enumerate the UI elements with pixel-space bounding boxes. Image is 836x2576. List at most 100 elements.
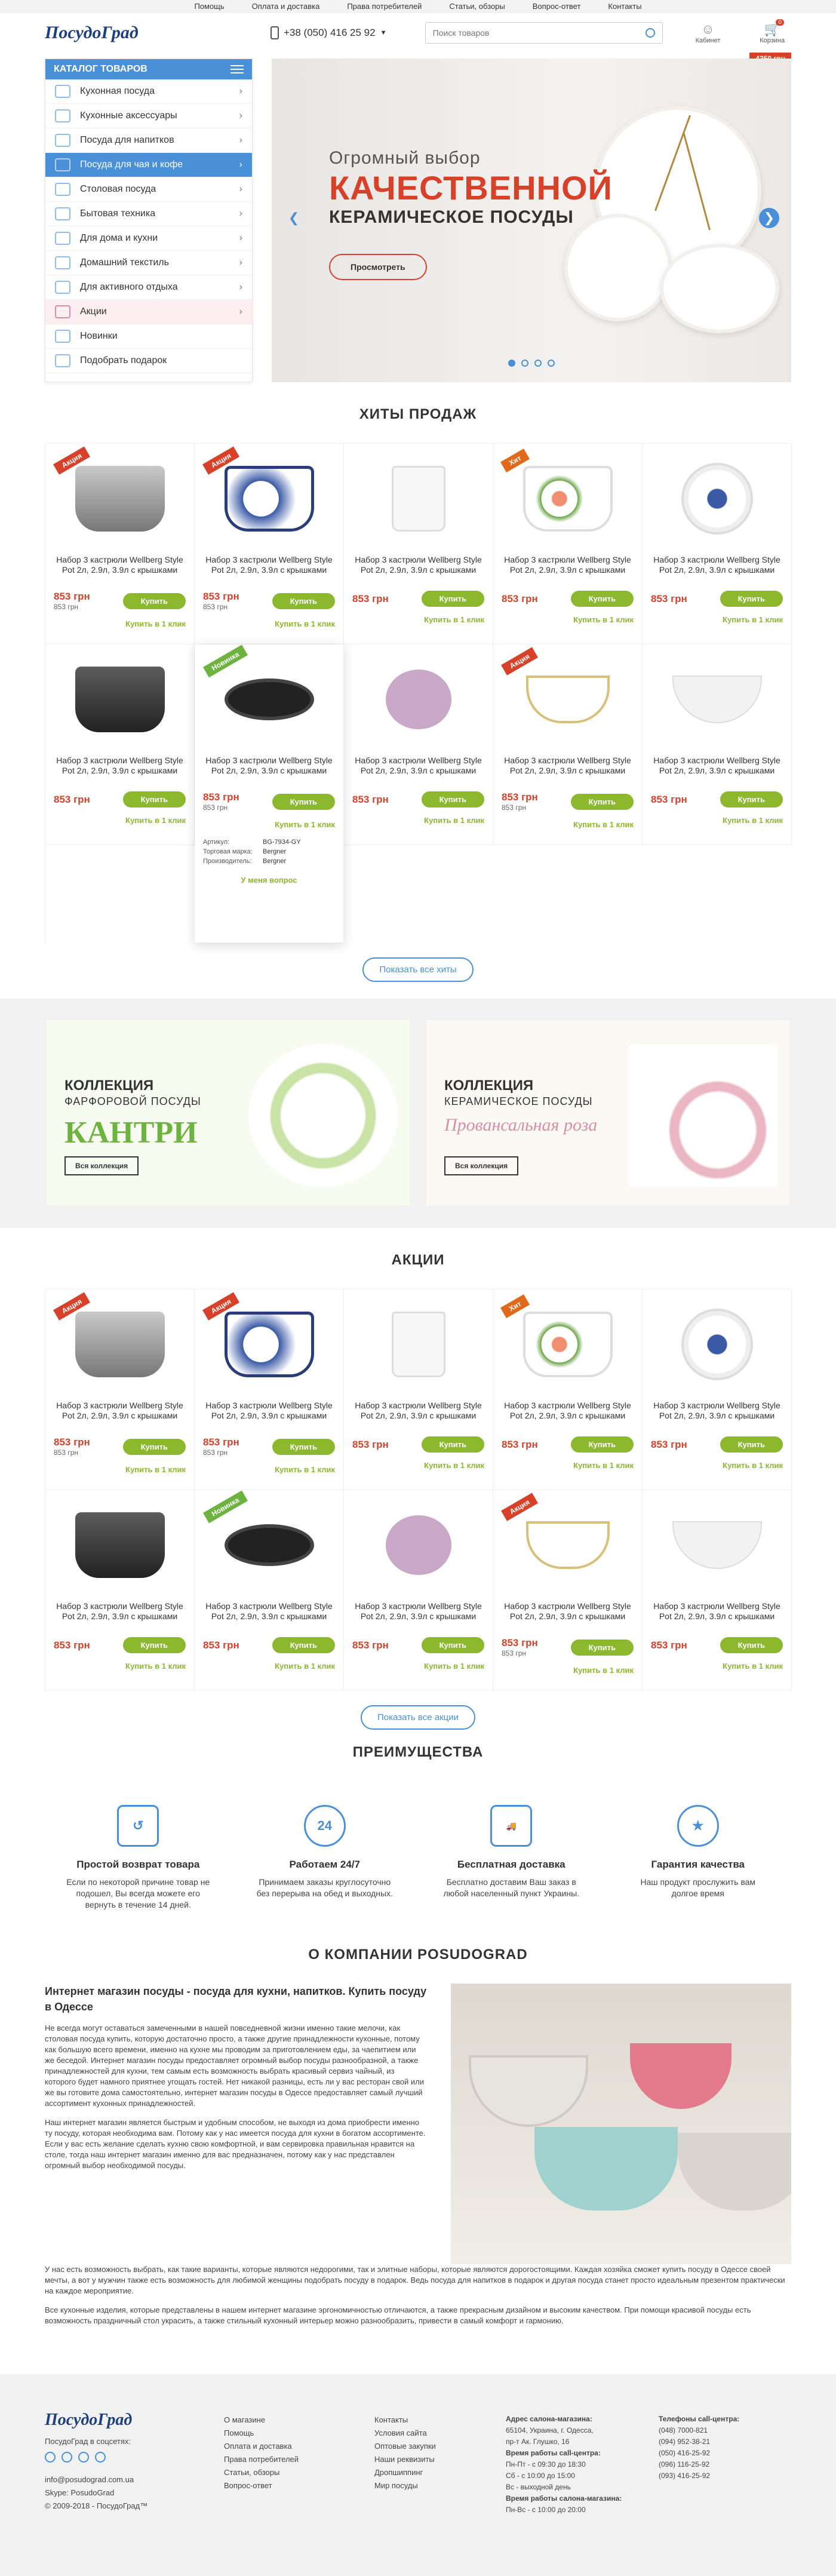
catalog-item[interactable]: Кухонная посуда › [45,79,252,104]
footer-phone[interactable]: (096) 116-25-92 [659,2459,791,2470]
phone-block[interactable]: +38 (050) 416 25 92 ▼ [270,26,419,39]
buy-button[interactable]: Купить [421,591,484,607]
one-click-buy-link[interactable]: Купить в 1 клик [502,1461,634,1470]
product-name[interactable]: Набор 3 кастрюли Wellberg Style Pot 2л, … [54,756,186,787]
product-image[interactable] [352,652,484,747]
buy-button[interactable]: Купить [272,1637,335,1653]
buy-button[interactable]: Купить [570,591,634,607]
slider-dot[interactable] [534,360,542,367]
one-click-buy-link[interactable]: Купить в 1 клик [651,1662,783,1671]
instagram-icon[interactable] [78,2452,89,2463]
product-name[interactable]: Набор 3 кастрюли Wellberg Style Pot 2л, … [651,1401,783,1432]
footer-link[interactable]: Вопрос-ответ [224,2479,374,2492]
product-image[interactable]: Хит [500,1294,634,1392]
topnav-articles[interactable]: Статьи, обзоры [449,0,505,13]
footer-link[interactable]: Дропшиппинг [374,2466,506,2479]
product-image[interactable]: Акция [53,1292,186,1392]
footer-link[interactable]: О магазине [224,2414,374,2427]
product-card[interactable]: Набор 3 кастрюли Wellberg Style Pot 2л, … [45,644,195,845]
product-name[interactable]: Набор 3 кастрюли Wellberg Style Pot 2л, … [352,756,484,787]
buy-button[interactable]: Купить [122,791,186,808]
show-all-sales-button[interactable]: Показать все акции [361,1705,475,1730]
site-logo[interactable]: ПосудоГрад [45,23,271,43]
search-input[interactable] [432,28,646,38]
footer-link[interactable]: Наши реквизиты [374,2453,506,2466]
product-image[interactable] [651,1297,783,1392]
product-image[interactable] [352,1497,484,1593]
product-image[interactable]: Акция [202,1292,335,1392]
one-click-buy-link[interactable]: Купить в 1 клик [651,1461,783,1470]
catalog-item[interactable]: Для активного отдыха › [45,275,252,300]
buy-button[interactable]: Купить [720,1436,783,1453]
buy-button[interactable]: Купить [272,592,335,609]
product-image[interactable] [352,1297,484,1392]
topnav-payment[interactable]: Оплата и доставка [252,0,320,13]
product-card[interactable]: Акция Набор 3 кастрюли Wellberg Style Pot… [195,1289,344,1490]
one-click-buy-link[interactable]: Купить в 1 клик [352,615,484,624]
collection-country[interactable]: КОЛЛЕКЦИЯ ФАРФОРОВОЙ ПОСУДЫ КАНТРИ Вся к… [47,1020,410,1205]
product-card[interactable]: Новинка Набор 3 кастрюли Wellberg Style P… [195,1490,344,1691]
catalog-item[interactable]: Кухонные аксессуары › [45,104,252,128]
product-name[interactable]: Набор 3 кастрюли Wellberg Style Pot 2л, … [502,1601,634,1632]
product-name[interactable]: Набор 3 кастрюли Wellberg Style Pot 2л, … [651,1601,783,1632]
product-card[interactable]: Набор 3 кастрюли Wellberg Style Pot 2л, … [344,1289,493,1490]
product-image[interactable]: Хит [500,449,634,546]
product-image[interactable]: Акция [202,446,335,546]
slider-dot[interactable] [548,360,555,367]
product-card[interactable]: Новинка Набор 3 кастрюли Wellberg Style P… [195,644,344,943]
footer-link[interactable]: Статьи, обзоры [224,2466,374,2479]
product-image[interactable]: Акция [501,1493,634,1593]
buy-button[interactable]: Купить [272,793,335,810]
catalog-item[interactable]: Столовая посуда › [45,177,252,202]
catalog-item[interactable]: Для дома и кухни › [45,226,252,251]
product-name[interactable]: Набор 3 кастрюли Wellberg Style Pot 2л, … [203,756,335,787]
slider-prev-icon[interactable]: ❮ [284,208,304,228]
product-card[interactable]: Набор 3 кастрюли Wellberg Style Pot 2л, … [643,644,792,845]
catalog-item[interactable]: Акции › [45,300,252,324]
product-card[interactable]: Набор 3 кастрюли Wellberg Style Pot 2л, … [45,1490,195,1691]
product-name[interactable]: Набор 3 кастрюли Wellberg Style Pot 2л, … [352,555,484,586]
buy-button[interactable]: Купить [570,1436,634,1453]
buy-button[interactable]: Купить [421,791,484,808]
buy-button[interactable]: Купить [570,793,634,810]
topnav-faq[interactable]: Вопрос-ответ [533,0,581,13]
product-card[interactable]: Набор 3 кастрюли Wellberg Style Pot 2л, … [344,1490,493,1691]
buy-button[interactable]: Купить [570,1639,634,1656]
footer-link[interactable]: Мир посуды [374,2479,506,2492]
one-click-buy-link[interactable]: Купить в 1 клик [352,1662,484,1671]
product-card[interactable]: Набор 3 кастрюли Wellberg Style Pot 2л, … [344,444,493,644]
catalog-item[interactable]: Посуда для чая и кофе › [45,153,252,177]
product-name[interactable]: Набор 3 кастрюли Wellberg Style Pot 2л, … [352,1601,484,1632]
search-icon[interactable] [645,28,655,38]
slider-dot[interactable] [521,360,528,367]
topnav-help[interactable]: Помощь [194,0,224,13]
footer-phone[interactable]: (050) 416-25-92 [659,2448,791,2459]
product-card[interactable]: Акция Набор 3 кастрюли Wellberg Style Pot… [45,444,195,644]
footer-logo[interactable]: ПосудоГрад [45,2412,224,2428]
buy-button[interactable]: Купить [720,1637,783,1653]
product-name[interactable]: Набор 3 кастрюли Wellberg Style Pot 2л, … [651,555,783,586]
buy-button[interactable]: Купить [122,1438,186,1455]
buy-button[interactable]: Купить [720,591,783,607]
collection-all-button[interactable]: Вся коллекция [444,1156,519,1175]
product-name[interactable]: Набор 3 кастрюли Wellberg Style Pot 2л, … [54,555,186,586]
footer-link[interactable]: Оплата и доставка [224,2440,374,2453]
catalog-item[interactable]: Новинки [45,324,252,349]
product-image[interactable] [54,1497,186,1593]
topnav-rights[interactable]: Права потребителей [347,0,422,13]
product-image[interactable] [352,451,484,546]
twitter-icon[interactable] [62,2452,72,2463]
one-click-buy-link[interactable]: Купить в 1 клик [203,619,335,628]
catalog-item[interactable]: Подобрать подарок [45,349,252,373]
product-name[interactable]: Набор 3 кастрюли Wellberg Style Pot 2л, … [54,1601,186,1632]
footer-link[interactable]: Права потребителей [224,2453,374,2466]
product-image[interactable] [651,451,783,546]
slider-next-icon[interactable]: ❯ [759,208,779,228]
footer-phone[interactable]: (093) 416-25-92 [659,2470,791,2482]
footer-phone[interactable]: (094) 952-38-21 [659,2436,791,2448]
one-click-buy-link[interactable]: Купить в 1 клик [502,615,634,624]
product-card[interactable]: Набор 3 кастрюли Wellberg Style Pot 2л, … [643,1490,792,1691]
product-name[interactable]: Набор 3 кастрюли Wellberg Style Pot 2л, … [651,756,783,787]
product-name[interactable]: Набор 3 кастрюли Wellberg Style Pot 2л, … [502,555,634,586]
cabinet-link[interactable]: ☺ Кабинет [689,22,727,44]
